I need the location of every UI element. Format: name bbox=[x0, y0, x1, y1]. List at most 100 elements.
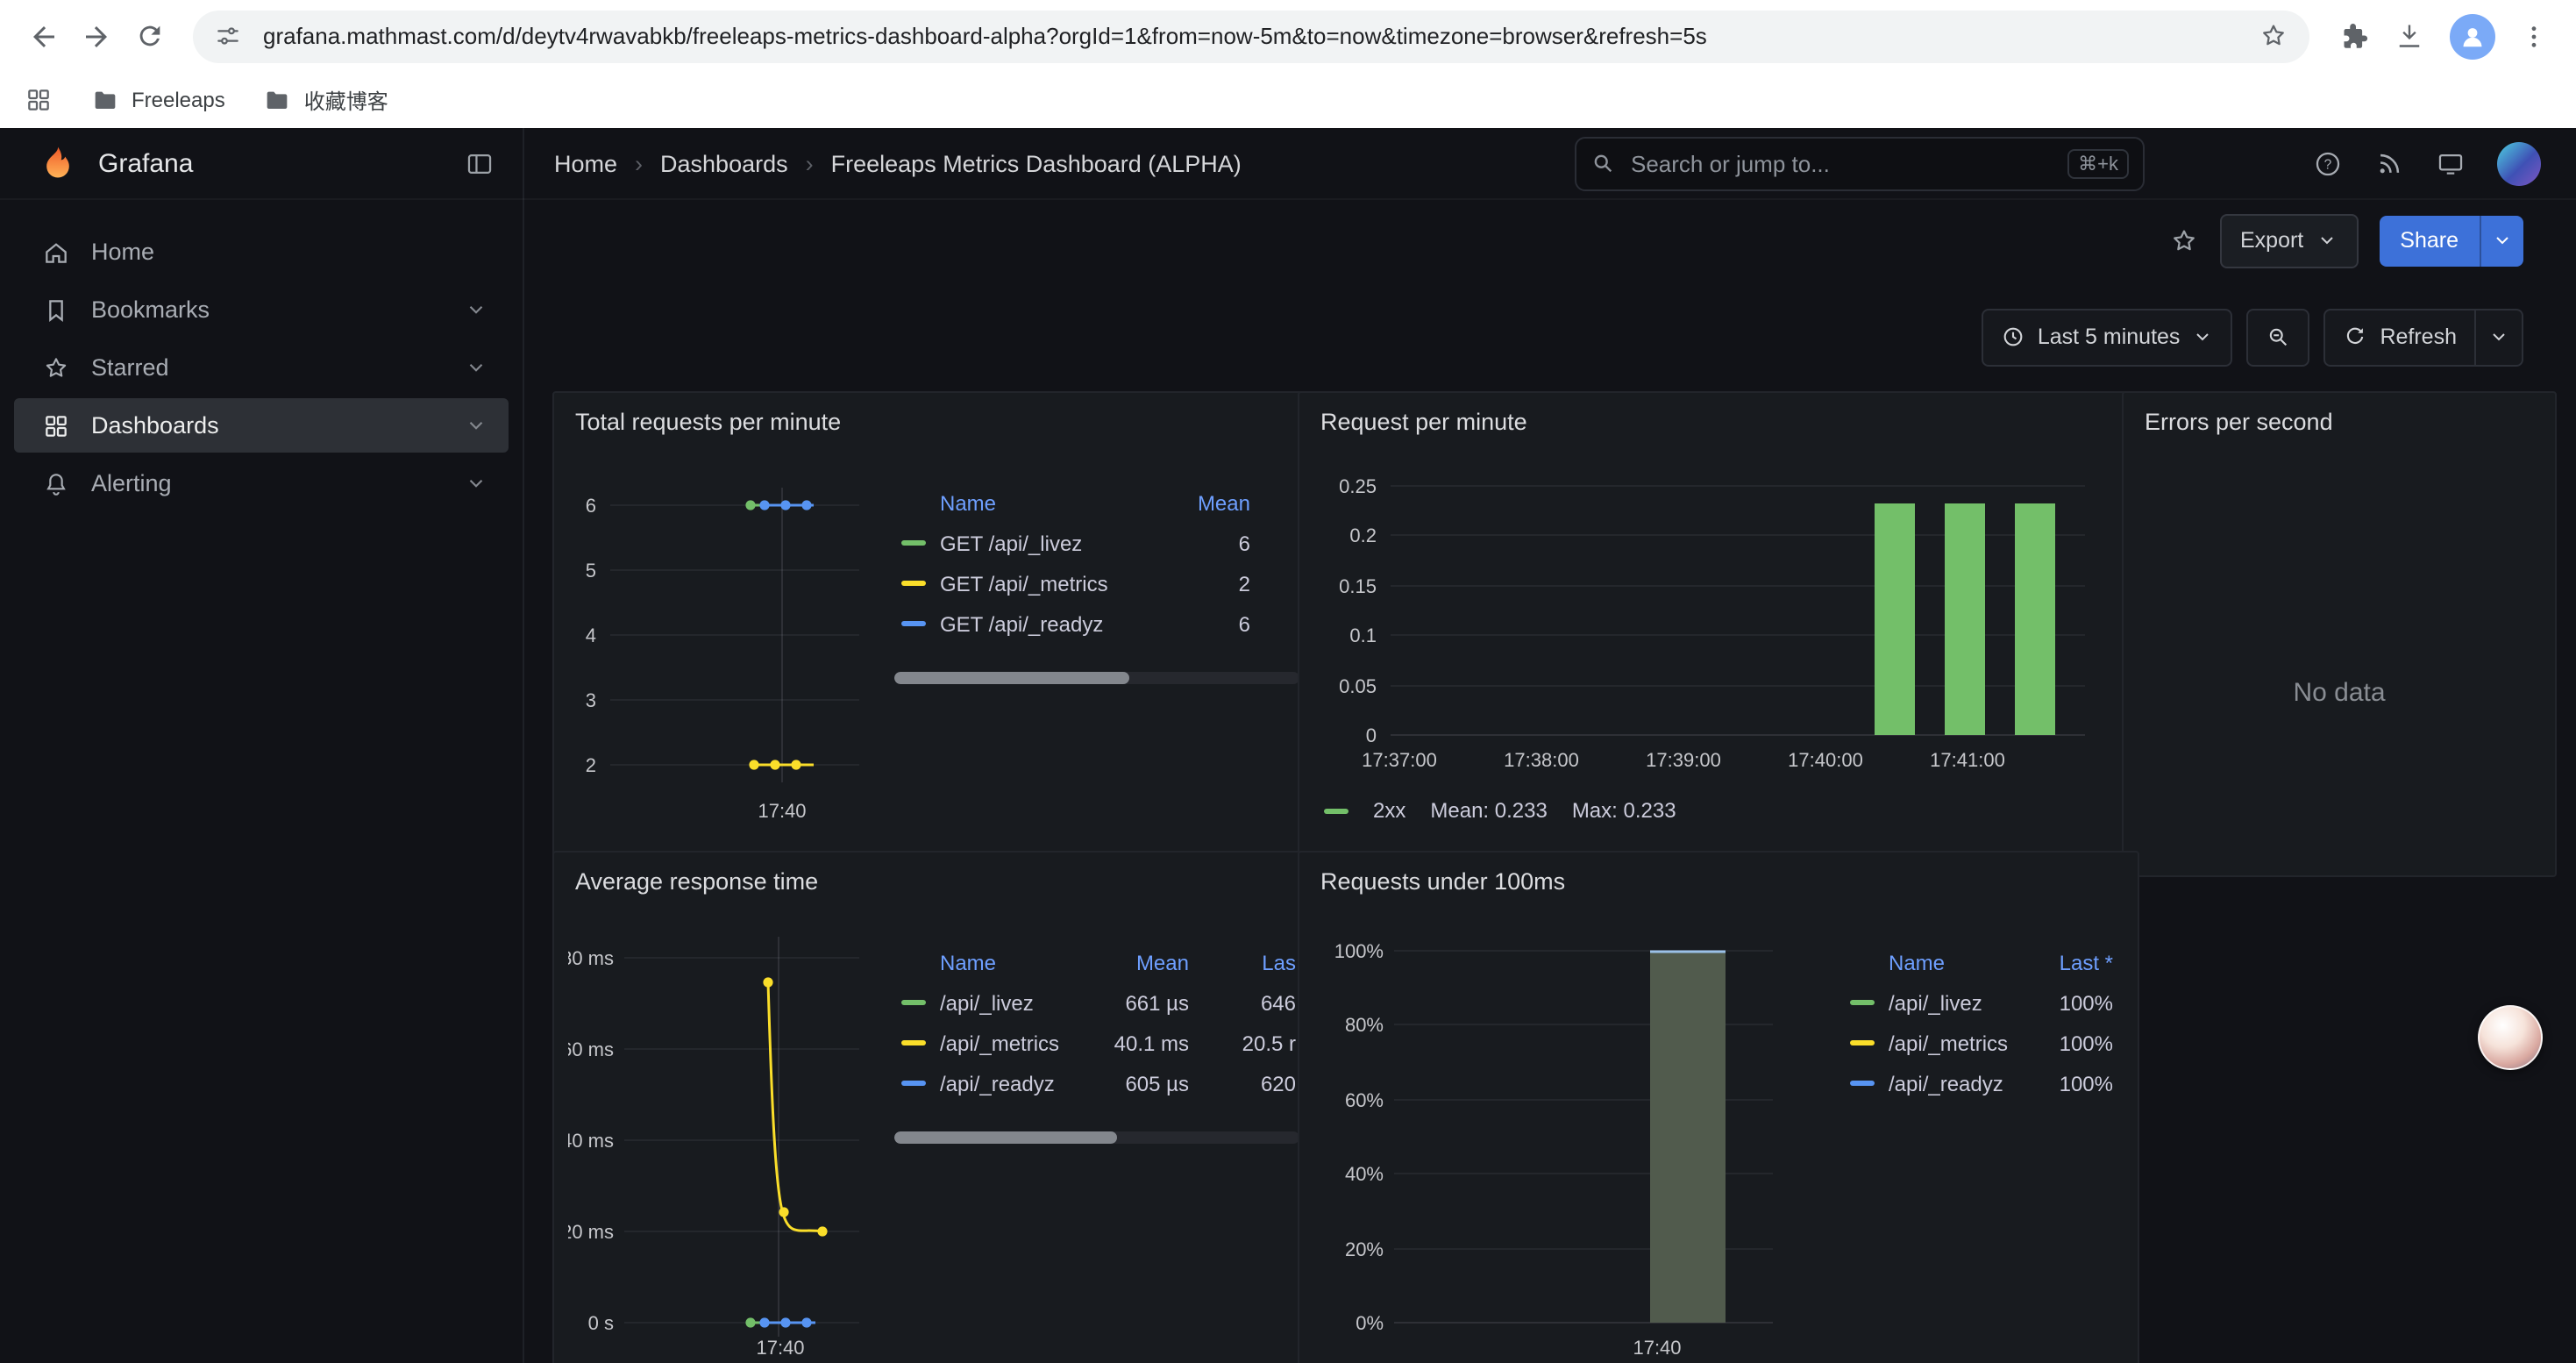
refresh-button[interactable]: Refresh bbox=[2323, 308, 2476, 366]
user-avatar[interactable] bbox=[2497, 141, 2541, 185]
sidebar-item-bookmarks[interactable]: Bookmarks bbox=[14, 282, 509, 337]
refresh-split-button: Refresh bbox=[2323, 308, 2523, 366]
series-name: /api/_readyz bbox=[940, 1071, 1055, 1095]
legend-row[interactable]: /api/_readyz 100% bbox=[1843, 1063, 2124, 1103]
apps-grid-icon[interactable] bbox=[25, 86, 53, 114]
svg-text:20 ms: 20 ms bbox=[568, 1221, 614, 1243]
time-range-picker[interactable]: Last 5 minutes bbox=[1982, 308, 2233, 366]
chevron-down-icon[interactable] bbox=[465, 414, 487, 437]
bookmark-folder-blog[interactable]: 收藏博客 bbox=[264, 85, 388, 115]
panel-title[interactable]: Average response time bbox=[568, 867, 1299, 905]
sidebar-item-dashboards[interactable]: Dashboards bbox=[14, 398, 509, 453]
legend-row[interactable]: GET /api/_metrics 2 bbox=[894, 563, 1299, 603]
legend-col-last[interactable]: Las bbox=[1262, 944, 1296, 982]
bookmark-folder-freeleaps[interactable]: Freeleaps bbox=[91, 86, 225, 114]
floating-avatar-bubble[interactable] bbox=[2478, 1005, 2543, 1070]
breadcrumb-home[interactable]: Home bbox=[554, 150, 617, 176]
legend-header: Name Mean bbox=[894, 484, 1299, 523]
search-input[interactable] bbox=[1627, 148, 2055, 178]
grafana-logo[interactable] bbox=[39, 144, 77, 182]
back-button[interactable] bbox=[18, 10, 70, 62]
legend-row[interactable]: /api/_livez 661 µs 646 bbox=[894, 982, 1299, 1023]
extensions-icon[interactable] bbox=[2338, 20, 2369, 52]
bookmark-star-icon[interactable] bbox=[2259, 21, 2288, 51]
series-last: 20.5 r bbox=[1242, 1031, 1296, 1055]
request-per-minute-bar-chart[interactable]: 0.25 0.2 0.15 0.1 0.05 0 17:37:00 17:38:… bbox=[1313, 446, 2096, 775]
chevron-down-icon[interactable] bbox=[465, 472, 487, 495]
requests-under-100ms-bar-chart[interactable]: 100% 80% 60% 40% 20% 0% 17:40 bbox=[1313, 905, 1783, 1363]
panel-title[interactable]: Requests under 100ms bbox=[1313, 867, 2124, 905]
time-range-label: Last 5 minutes bbox=[2038, 325, 2181, 349]
svg-text:17:40:00: 17:40:00 bbox=[1788, 749, 1863, 771]
legend-row[interactable]: GET /api/_livez 6 bbox=[894, 523, 1299, 563]
svg-text:3: 3 bbox=[586, 689, 596, 711]
svg-text:0 s: 0 s bbox=[588, 1312, 614, 1334]
address-bar[interactable] bbox=[193, 10, 2309, 62]
legend-row[interactable]: /api/_livez 100% bbox=[1843, 982, 2124, 1023]
sidebar-item-starred[interactable]: Starred bbox=[14, 340, 509, 395]
sidebar-item-label: Home bbox=[91, 239, 154, 265]
panel-title[interactable]: Total requests per minute bbox=[568, 407, 1299, 446]
refresh-icon bbox=[2343, 325, 2367, 349]
legend-row[interactable]: /api/_metrics 40.1 ms 20.5 r bbox=[894, 1023, 1299, 1063]
breadcrumb-dashboards[interactable]: Dashboards bbox=[660, 150, 788, 176]
sidebar-item-label: Dashboards bbox=[91, 412, 219, 439]
monitor-icon[interactable] bbox=[2436, 148, 2466, 178]
export-label: Export bbox=[2240, 228, 2303, 253]
share-button[interactable]: Share bbox=[2379, 215, 2480, 266]
export-button[interactable]: Export bbox=[2219, 213, 2358, 268]
legend-col-name[interactable]: Name bbox=[940, 951, 996, 975]
forward-button[interactable] bbox=[70, 10, 123, 62]
legend-scrollbar[interactable] bbox=[894, 672, 1299, 684]
reload-button[interactable] bbox=[123, 10, 175, 62]
browser-profile-avatar[interactable] bbox=[2450, 13, 2495, 59]
brand-name: Grafana bbox=[98, 148, 465, 178]
favorite-star-icon[interactable] bbox=[2168, 225, 2198, 255]
sidebar-collapse-button[interactable] bbox=[465, 148, 495, 178]
share-menu-button[interactable] bbox=[2480, 215, 2523, 266]
total-requests-line-chart[interactable]: 6 5 4 3 2 17:40 bbox=[568, 446, 863, 828]
legend-col-name[interactable]: Name bbox=[940, 491, 996, 516]
site-settings-icon[interactable] bbox=[214, 22, 242, 50]
zoom-out-button[interactable] bbox=[2246, 308, 2309, 366]
chevron-down-icon[interactable] bbox=[465, 356, 487, 379]
legend-row[interactable]: /api/_metrics 100% bbox=[1843, 1023, 2124, 1063]
response-time-line-chart[interactable]: 80 ms 60 ms 40 ms 20 ms 0 s bbox=[568, 905, 863, 1363]
scrollbar-thumb[interactable] bbox=[894, 1131, 1117, 1144]
sidebar-item-alerting[interactable]: Alerting bbox=[14, 456, 509, 510]
series-last: 100% bbox=[2060, 990, 2113, 1015]
scrollbar-thumb[interactable] bbox=[894, 672, 1129, 684]
browser-menu-icon[interactable] bbox=[2520, 22, 2548, 50]
news-rss-icon[interactable] bbox=[2374, 148, 2404, 178]
chevron-down-icon[interactable] bbox=[465, 298, 487, 321]
url-input[interactable] bbox=[260, 21, 2259, 51]
series-last: 100% bbox=[2060, 1071, 2113, 1095]
search-box[interactable]: ⌘+k bbox=[1575, 136, 2145, 190]
legend-col-last[interactable]: Last * bbox=[2060, 944, 2113, 982]
legend-col-mean[interactable]: Mean bbox=[1136, 944, 1189, 982]
refresh-label: Refresh bbox=[2380, 325, 2457, 349]
help-icon[interactable]: ? bbox=[2313, 148, 2343, 178]
panel-title[interactable]: Request per minute bbox=[1313, 407, 2124, 446]
series-name[interactable]: 2xx bbox=[1373, 798, 1405, 823]
legend-header: Name Mean Las bbox=[894, 944, 1299, 982]
folder-icon bbox=[264, 86, 292, 114]
sidebar-item-home[interactable]: Home bbox=[14, 225, 509, 279]
legend-scrollbar[interactable] bbox=[894, 1131, 1299, 1144]
svg-text:0.25: 0.25 bbox=[1339, 475, 1377, 497]
panel-requests-under-100ms: Requests under 100ms 100% 80% 60% bbox=[1298, 851, 2139, 1363]
svg-text:0: 0 bbox=[1366, 724, 1377, 746]
series-name: /api/_livez bbox=[1889, 990, 1982, 1015]
dashboard-toolbar: Export Share bbox=[523, 207, 2576, 274]
svg-text:20%: 20% bbox=[1345, 1238, 1384, 1260]
legend-row[interactable]: /api/_readyz 605 µs 620 bbox=[894, 1063, 1299, 1103]
downloads-icon[interactable] bbox=[2394, 20, 2425, 52]
refresh-interval-button[interactable] bbox=[2476, 308, 2523, 366]
legend-col-mean[interactable]: Mean bbox=[1198, 484, 1250, 523]
sidebar-item-label: Bookmarks bbox=[91, 296, 210, 323]
legend-row[interactable]: GET /api/_readyz 6 bbox=[894, 603, 1299, 644]
series-last: 100% bbox=[2060, 1031, 2113, 1055]
legend-col-name[interactable]: Name bbox=[1889, 951, 1945, 975]
panel-legend: 2xx Mean: 0.233 Max: 0.233 bbox=[1313, 798, 2124, 823]
panel-title[interactable]: Errors per second bbox=[2138, 407, 2541, 446]
